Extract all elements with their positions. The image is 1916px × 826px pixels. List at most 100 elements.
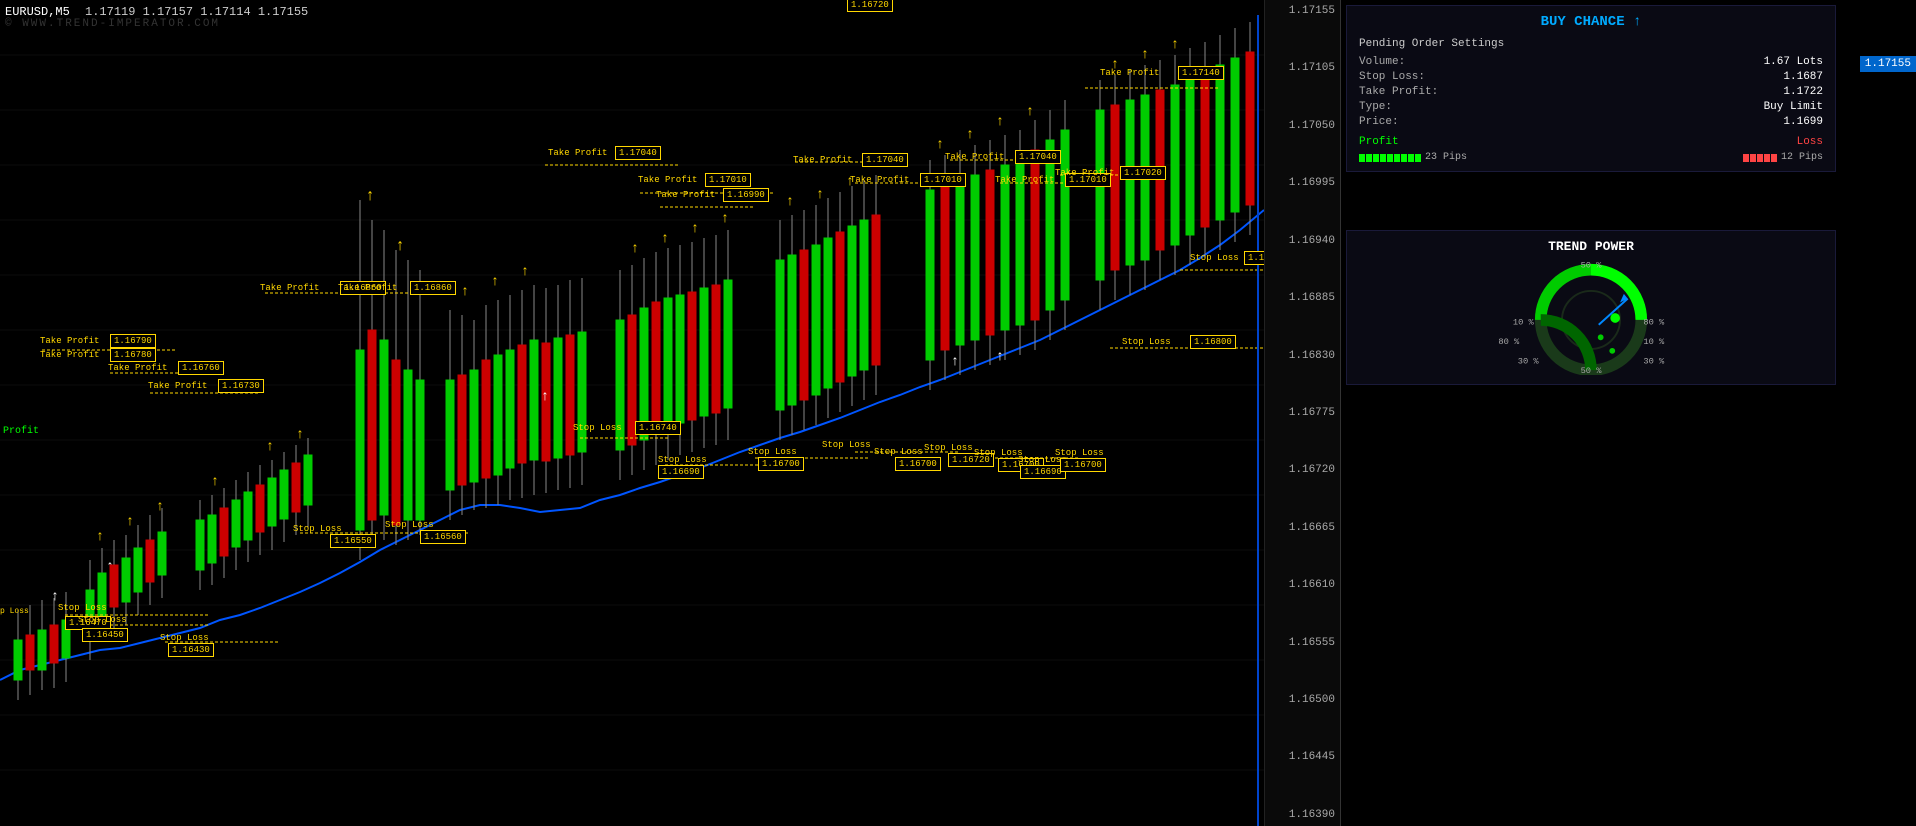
take-profit-row: Take Profit: 1.1722 bbox=[1359, 86, 1823, 98]
take-profit-settings-value: 1.1722 bbox=[1783, 86, 1823, 98]
svg-text:↑: ↑ bbox=[296, 427, 304, 443]
tp-label-15: Take Profit bbox=[148, 381, 207, 391]
buy-chance-panel: BUY CHANCE ↑ Pending Order Settings Volu… bbox=[1346, 5, 1836, 172]
svg-text:↑: ↑ bbox=[1171, 37, 1179, 53]
sl-label-12: Stop Loss bbox=[385, 520, 434, 530]
svg-text:↑: ↑ bbox=[631, 241, 639, 257]
buy-chance-title: BUY CHANCE ↑ bbox=[1359, 14, 1823, 30]
type-value: Buy Limit bbox=[1764, 101, 1823, 113]
sl-label-3: Stop Loss bbox=[573, 423, 622, 433]
price-settings-value: 1.1699 bbox=[1783, 116, 1823, 128]
price-tick-14: 1.16445 bbox=[1270, 751, 1335, 763]
svg-text:↑: ↑ bbox=[936, 137, 944, 153]
profit-bar-4 bbox=[1380, 154, 1386, 162]
svg-text:↑: ↑ bbox=[996, 114, 1004, 130]
price-tick-3: 1.17050 bbox=[1270, 120, 1335, 132]
svg-text:30 %: 30 % bbox=[1518, 356, 1540, 366]
pending-order-title: Pending Order Settings bbox=[1359, 38, 1823, 50]
sl-label-8: Stop Loss bbox=[924, 443, 973, 453]
svg-text:↑: ↑ bbox=[661, 231, 669, 247]
price-tick-5: 1.16940 bbox=[1270, 235, 1335, 247]
tp-price-4: 1.16990 bbox=[723, 190, 769, 200]
p-loss-label: p Loss bbox=[0, 607, 29, 616]
volume-value: 1.67 Lots bbox=[1764, 56, 1823, 68]
sl-price-11: 1.16700 bbox=[1060, 460, 1106, 470]
svg-text:↑: ↑ bbox=[211, 474, 219, 490]
price-tick-4: 1.16995 bbox=[1270, 177, 1335, 189]
stop-loss-row: Stop Loss: 1.1687 bbox=[1359, 71, 1823, 83]
sl-price-13: 1.16550 bbox=[330, 536, 376, 546]
price-tick-13: 1.16500 bbox=[1270, 694, 1335, 706]
tp-label-7: Take Profit bbox=[945, 152, 1004, 162]
price-tick-6: 1.16885 bbox=[1270, 292, 1335, 304]
price-row: Price: 1.1699 bbox=[1359, 116, 1823, 128]
sl-price-15: 1.16450 bbox=[82, 630, 128, 640]
svg-text:↑: ↑ bbox=[996, 349, 1004, 365]
svg-text:50 %: 50 % bbox=[1581, 261, 1603, 271]
price-tick-10: 1.16665 bbox=[1270, 522, 1335, 534]
tp-label-4: Take Profit bbox=[656, 190, 715, 200]
svg-text:80 %: 80 % bbox=[1498, 337, 1520, 347]
profit-pips: 23 Pips bbox=[1425, 152, 1467, 163]
svg-text:↑: ↑ bbox=[365, 187, 375, 205]
candle-group-dense: ↑ ↑ ↑ ↑ bbox=[446, 264, 586, 520]
loss-bar-2 bbox=[1750, 154, 1756, 162]
tp-label-3: Take Profit bbox=[638, 175, 697, 185]
tp-price-15: 1.16730 bbox=[218, 381, 264, 391]
svg-text:↑: ↑ bbox=[1026, 104, 1034, 120]
tp-price-6: 1.17010 bbox=[920, 175, 966, 185]
price-tick-15: 1.16390 bbox=[1270, 809, 1335, 821]
loss-bar-1 bbox=[1743, 154, 1749, 162]
tp-price-11: 1.16860 bbox=[410, 283, 456, 293]
price-scale: 1.17155 1.17105 1.17050 1.16995 1.16940 … bbox=[1264, 0, 1340, 826]
sl-price-6: 1.16720 bbox=[847, 0, 893, 10]
price-tick-2: 1.17105 bbox=[1270, 62, 1335, 74]
tp-label-8: Take Profit bbox=[995, 175, 1054, 185]
svg-text:↑: ↑ bbox=[521, 264, 529, 280]
loss-label-panel: Loss bbox=[1797, 136, 1823, 148]
loss-pips: 12 Pips bbox=[1781, 152, 1823, 163]
sl-price-12: 1.16560 bbox=[420, 532, 466, 542]
price-tick-7: 1.16830 bbox=[1270, 350, 1335, 362]
sl-label-13: Stop Loss bbox=[293, 524, 342, 534]
chart-svg: ↑ ↑ ↑ ↑ ↑ bbox=[0, 0, 1264, 826]
tp-label-6: Take Profit bbox=[850, 175, 909, 185]
tp-label-1: Take Profit bbox=[1100, 68, 1159, 78]
candle-group-spike: ↑ ↑ bbox=[356, 187, 424, 560]
profit-bar-2 bbox=[1366, 154, 1372, 162]
sl-label-1: Stop Loss bbox=[1190, 253, 1239, 263]
watermark: © WWW.TREND-IMPERATOR.COM bbox=[5, 18, 220, 30]
tp-price-12: 1.16790 bbox=[110, 336, 156, 346]
svg-text:↑: ↑ bbox=[721, 211, 729, 227]
svg-text:↑: ↑ bbox=[126, 514, 134, 530]
loss-bar-4 bbox=[1764, 154, 1770, 162]
tp-label-2: Take Profit bbox=[548, 148, 607, 158]
sl-label-15: Stop Loss bbox=[78, 615, 127, 625]
svg-text:30 %: 30 % bbox=[1643, 356, 1665, 366]
type-row: Type: Buy Limit bbox=[1359, 101, 1823, 113]
chart-area: EURUSD,M5 1.17119 1.17157 1.17114 1.1715… bbox=[0, 0, 1340, 826]
profit-bar-8 bbox=[1408, 154, 1414, 162]
sl-label-16: Stop Loss bbox=[160, 633, 209, 643]
price-tick-9: 1.16720 bbox=[1270, 464, 1335, 476]
price-info: 1.17119 1.17157 1.17114 1.17155 bbox=[85, 5, 308, 19]
profit-label: Profit bbox=[3, 426, 39, 437]
tp-label-5: Take Profit bbox=[793, 155, 852, 165]
sl-label-4: Stop Loss bbox=[658, 455, 707, 465]
loss-bar-3 bbox=[1757, 154, 1763, 162]
volume-row: Volume: 1.67 Lots bbox=[1359, 56, 1823, 68]
trend-power-chart: 50 % 80 % 10 % 10 % 80 % 30 % 50 % 30 % bbox=[1359, 260, 1823, 370]
svg-text:80 %: 80 % bbox=[1643, 318, 1665, 328]
trend-power-title: TREND POWER bbox=[1359, 239, 1823, 254]
current-price-label: 1.17155 bbox=[1860, 56, 1916, 72]
sl-price-2: 1.16800 bbox=[1190, 337, 1236, 347]
sl-label-2: Stop Loss bbox=[1122, 337, 1171, 347]
stop-loss-settings-label: Stop Loss: bbox=[1359, 71, 1425, 83]
sl-price-4: 1.16690 bbox=[658, 467, 704, 477]
sl-price-5: 1.16700 bbox=[758, 459, 804, 469]
sl-label-7: Stop Loss bbox=[874, 447, 923, 457]
profit-bar-1 bbox=[1359, 154, 1365, 162]
tp-price-3: 1.17010 bbox=[705, 175, 751, 185]
svg-text:50 %: 50 % bbox=[1581, 366, 1603, 375]
svg-text:↑: ↑ bbox=[461, 284, 469, 300]
